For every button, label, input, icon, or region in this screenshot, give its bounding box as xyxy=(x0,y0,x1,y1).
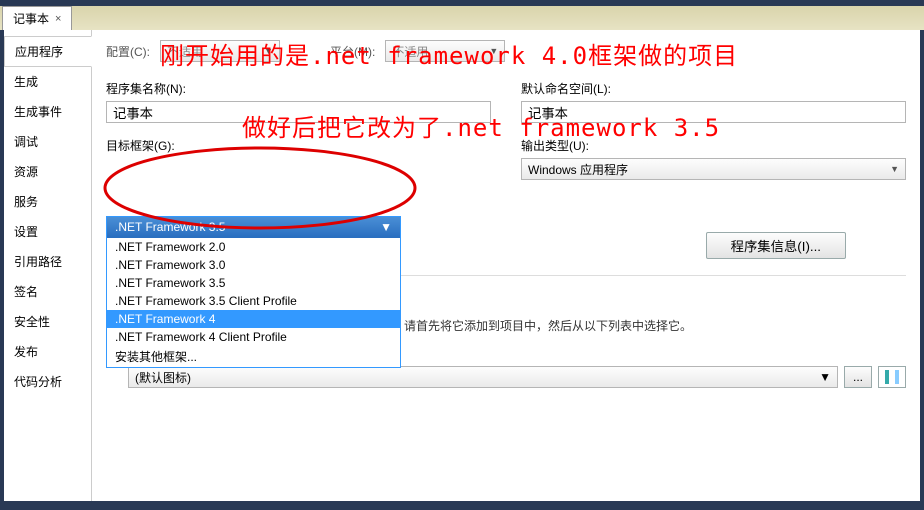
sidebar-item-publish[interactable]: 发布 xyxy=(4,337,91,367)
assembly-name-input[interactable] xyxy=(106,101,491,123)
chevron-down-icon: ▼ xyxy=(890,164,899,174)
framework-option[interactable]: .NET Framework 4 Client Profile xyxy=(107,328,400,346)
sidebar-item-application[interactable]: 应用程序 xyxy=(4,36,92,67)
framework-option[interactable]: .NET Framework 2.0 xyxy=(107,238,400,256)
browse-icon-button[interactable]: ... xyxy=(844,366,872,388)
sidebar-item-debug[interactable]: 调试 xyxy=(4,127,91,157)
assembly-info-button[interactable]: 程序集信息(I)... xyxy=(706,232,846,259)
config-label: 配置(C): xyxy=(106,43,150,60)
assembly-name-label: 程序集名称(N): xyxy=(106,80,491,97)
sidebar-item-signing[interactable]: 签名 xyxy=(4,277,91,307)
default-namespace-label: 默认命名空间(L): xyxy=(521,80,906,97)
default-namespace-input[interactable] xyxy=(521,101,906,123)
tab-strip: 记事本 × xyxy=(0,6,924,30)
document-tab[interactable]: 记事本 × xyxy=(2,6,72,30)
sidebar-item-build-events[interactable]: 生成事件 xyxy=(4,97,91,127)
target-framework-dropdown[interactable]: .NET Framework 3.5 ▼ .NET Framework 2.0 … xyxy=(106,216,401,368)
framework-option[interactable]: 安装其他框架... xyxy=(107,346,400,367)
chevron-down-icon: ▼ xyxy=(380,220,392,234)
sidebar-item-settings[interactable]: 设置 xyxy=(4,217,91,247)
framework-option[interactable]: .NET Framework 3.5 Client Profile xyxy=(107,292,400,310)
framework-option-highlighted[interactable]: .NET Framework 4 xyxy=(107,310,400,328)
sidebar-item-security[interactable]: 安全性 xyxy=(4,307,91,337)
content-pane: 刚开始用的是.net framework 4.0框架做的项目 做好后把它改为了.… xyxy=(92,30,920,501)
dropdown-selected[interactable]: .NET Framework 3.5 ▼ xyxy=(107,217,400,238)
tab-title: 记事本 xyxy=(13,10,49,27)
framework-option[interactable]: .NET Framework 3.0 xyxy=(107,256,400,274)
sidebar-item-code-analysis[interactable]: 代码分析 xyxy=(4,367,91,397)
output-type-label: 输出类型(U): xyxy=(521,137,906,154)
property-sidebar: 应用程序 生成 生成事件 调试 资源 服务 设置 引用路径 签名 安全性 发布 … xyxy=(4,30,92,501)
sidebar-item-build[interactable]: 生成 xyxy=(4,67,91,97)
target-framework-label: 目标框架(G): xyxy=(106,137,491,154)
icon-preview xyxy=(878,366,906,388)
chevron-down-icon: ▼ xyxy=(264,46,273,56)
sidebar-item-resources[interactable]: 资源 xyxy=(4,157,91,187)
sidebar-item-services[interactable]: 服务 xyxy=(4,187,91,217)
platform-label: 平台(M): xyxy=(330,43,375,60)
chevron-down-icon: ▼ xyxy=(489,46,498,56)
output-type-combo[interactable]: Windows 应用程序 ▼ xyxy=(521,158,906,180)
close-icon[interactable]: × xyxy=(55,13,61,25)
chevron-down-icon: ▼ xyxy=(819,370,831,384)
config-combo: 不适用 ▼ xyxy=(160,40,280,62)
icon-combo[interactable]: (默认图标) ▼ xyxy=(128,366,838,388)
platform-combo: 不适用 ▼ xyxy=(385,40,505,62)
framework-option[interactable]: .NET Framework 3.5 xyxy=(107,274,400,292)
sidebar-item-reference-paths[interactable]: 引用路径 xyxy=(4,247,91,277)
